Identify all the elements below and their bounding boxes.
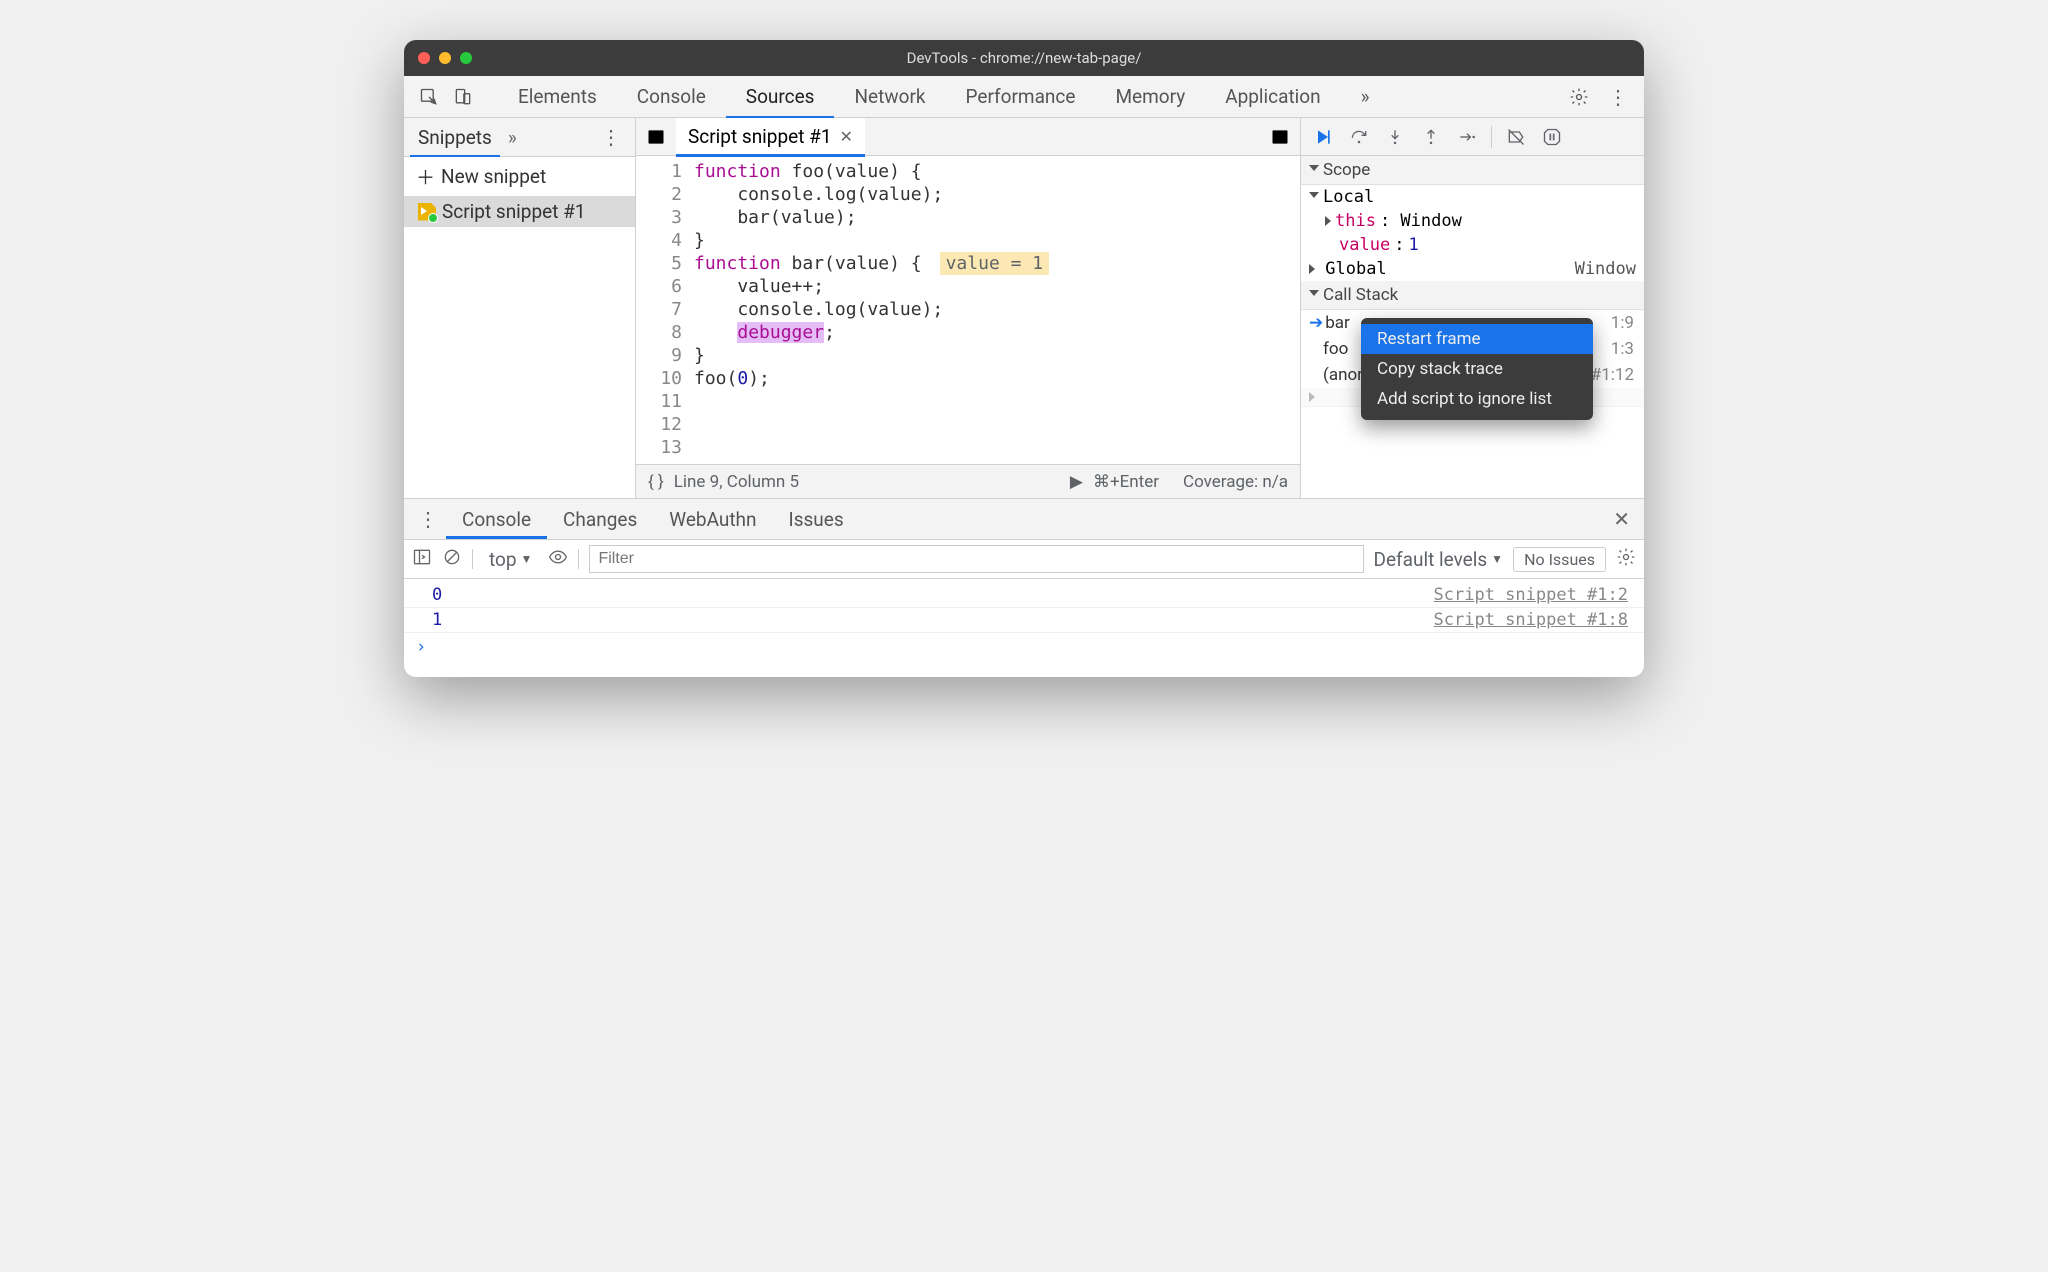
toggle-navigator-icon[interactable] [640, 121, 672, 153]
pause-on-exceptions-icon[interactable] [1536, 121, 1568, 153]
console-log-row[interactable]: 0 Script snippet #1:2 [404, 583, 1644, 608]
window-close-button[interactable] [418, 52, 430, 64]
debugger-panel: Scope Local this: Window value: 1 Global… [1300, 118, 1644, 498]
deactivate-breakpoints-icon[interactable] [1500, 121, 1532, 153]
console-context-selector[interactable]: top▼ [483, 548, 538, 571]
console-filter-input[interactable] [589, 545, 1363, 573]
drawer: ⋮ Console Changes WebAuthn Issues ✕ top▼… [404, 498, 1644, 677]
live-expression-icon[interactable] [548, 547, 568, 572]
console-log-row[interactable]: 1 Script snippet #1:8 [404, 608, 1644, 633]
snippet-file-icon [418, 203, 436, 221]
sources-sidebar: Snippets » ⋮ ＋ New snippet Script snippe… [404, 118, 636, 498]
editor-area: Script snippet #1 ✕ 1 2 3 4 5 6 7 8 [636, 118, 1300, 498]
drawer-tab-changes[interactable]: Changes [547, 499, 653, 539]
scope-global[interactable]: Global Window [1301, 257, 1644, 281]
drawer-tab-console[interactable]: Console [446, 499, 547, 539]
code-content[interactable]: function foo(value) { console.log(value)… [690, 156, 1300, 464]
sidebar-tabs-overflow-icon[interactable]: » [508, 126, 517, 149]
step-icon[interactable] [1451, 121, 1483, 153]
ctx-add-ignore-list[interactable]: Add script to ignore list [1361, 384, 1593, 414]
cursor-position: Line 9, Column 5 [674, 472, 799, 492]
toggle-debugger-icon[interactable] [1264, 121, 1296, 153]
main-toolbar: Elements Console Sources Network Perform… [404, 76, 1644, 118]
tab-memory[interactable]: Memory [1095, 76, 1205, 118]
settings-gear-icon[interactable] [1562, 80, 1596, 114]
line-gutter: 1 2 3 4 5 6 7 8 9 10 11 12 13 [636, 156, 690, 464]
console-settings-gear-icon[interactable] [1616, 547, 1636, 572]
tab-console[interactable]: Console [617, 76, 726, 118]
code-editor[interactable]: 1 2 3 4 5 6 7 8 9 10 11 12 13 function f… [636, 156, 1300, 464]
tab-application[interactable]: Application [1205, 76, 1340, 118]
inline-value-hint: value = 1 [940, 252, 1050, 275]
new-snippet-button[interactable]: ＋ New snippet [404, 157, 635, 196]
debug-toolbar [1301, 118, 1644, 156]
tabs-overflow-icon[interactable]: » [1341, 76, 1390, 118]
plus-icon: ＋ [416, 163, 435, 190]
no-issues-button[interactable]: No Issues [1513, 547, 1606, 572]
snippet-list-item[interactable]: Script snippet #1 [404, 196, 635, 227]
coverage-label: Coverage: n/a [1183, 472, 1288, 492]
close-tab-icon[interactable]: ✕ [840, 127, 853, 146]
scope-section-header[interactable]: Scope [1301, 156, 1644, 185]
step-into-icon[interactable] [1379, 121, 1411, 153]
step-over-icon[interactable] [1343, 121, 1375, 153]
snippet-item-label: Script snippet #1 [442, 200, 586, 223]
console-toolbar: top▼ Default levels▼ No Issues [404, 539, 1644, 579]
run-shortcut-label: ⌘+Enter [1093, 472, 1159, 492]
tab-network[interactable]: Network [834, 76, 945, 118]
drawer-close-icon[interactable]: ✕ [1605, 507, 1638, 531]
scope-value[interactable]: value: 1 [1301, 233, 1644, 257]
device-toolbar-icon[interactable] [446, 80, 480, 114]
window-title: DevTools - chrome://new-tab-page/ [404, 49, 1644, 67]
ctx-restart-frame[interactable]: Restart frame [1361, 324, 1593, 354]
editor-tab-title: Script snippet #1 [688, 125, 832, 148]
clear-console-icon[interactable] [442, 547, 462, 572]
drawer-tab-webauthn[interactable]: WebAuthn [653, 499, 772, 539]
tab-elements[interactable]: Elements [498, 76, 617, 118]
stack-context-menu: Restart frame Copy stack trace Add scrip… [1361, 318, 1593, 420]
console-output: 0 Script snippet #1:2 1 Script snippet #… [404, 579, 1644, 677]
editor-statusbar: { } Line 9, Column 5 ▶ ⌘+Enter Coverage:… [636, 464, 1300, 498]
scope-local[interactable]: Local [1301, 185, 1644, 209]
devtools-window: DevTools - chrome://new-tab-page/ Elemen… [404, 40, 1644, 677]
console-source-link[interactable]: Script snippet #1:8 [1434, 610, 1628, 630]
sidebar-more-icon[interactable]: ⋮ [593, 125, 629, 149]
tab-performance[interactable]: Performance [946, 76, 1096, 118]
console-prompt-icon[interactable]: › [404, 633, 1644, 661]
titlebar: DevTools - chrome://new-tab-page/ [404, 40, 1644, 76]
console-source-link[interactable]: Script snippet #1:2 [1434, 585, 1628, 605]
new-snippet-label: New snippet [441, 165, 546, 188]
sidebar-tab-snippets[interactable]: Snippets [410, 118, 500, 156]
ctx-copy-stack-trace[interactable]: Copy stack trace [1361, 354, 1593, 384]
tab-sources[interactable]: Sources [726, 76, 835, 118]
window-minimize-button[interactable] [439, 52, 451, 64]
format-code-icon[interactable]: { } [648, 472, 664, 492]
editor-file-tab[interactable]: Script snippet #1 ✕ [676, 118, 865, 156]
resume-icon[interactable] [1307, 121, 1339, 153]
window-maximize-button[interactable] [460, 52, 472, 64]
more-menu-icon[interactable]: ⋮ [1600, 85, 1636, 109]
inspect-element-icon[interactable] [412, 80, 446, 114]
drawer-tab-issues[interactable]: Issues [773, 499, 860, 539]
scope-this[interactable]: this: Window [1301, 209, 1644, 233]
drawer-more-icon[interactable]: ⋮ [410, 507, 446, 531]
callstack-section-header[interactable]: Call Stack [1301, 281, 1644, 310]
console-levels-selector[interactable]: Default levels▼ [1374, 548, 1504, 571]
console-sidebar-toggle-icon[interactable] [412, 547, 432, 572]
step-out-icon[interactable] [1415, 121, 1447, 153]
run-snippet-icon[interactable]: ▶ [1070, 472, 1083, 492]
